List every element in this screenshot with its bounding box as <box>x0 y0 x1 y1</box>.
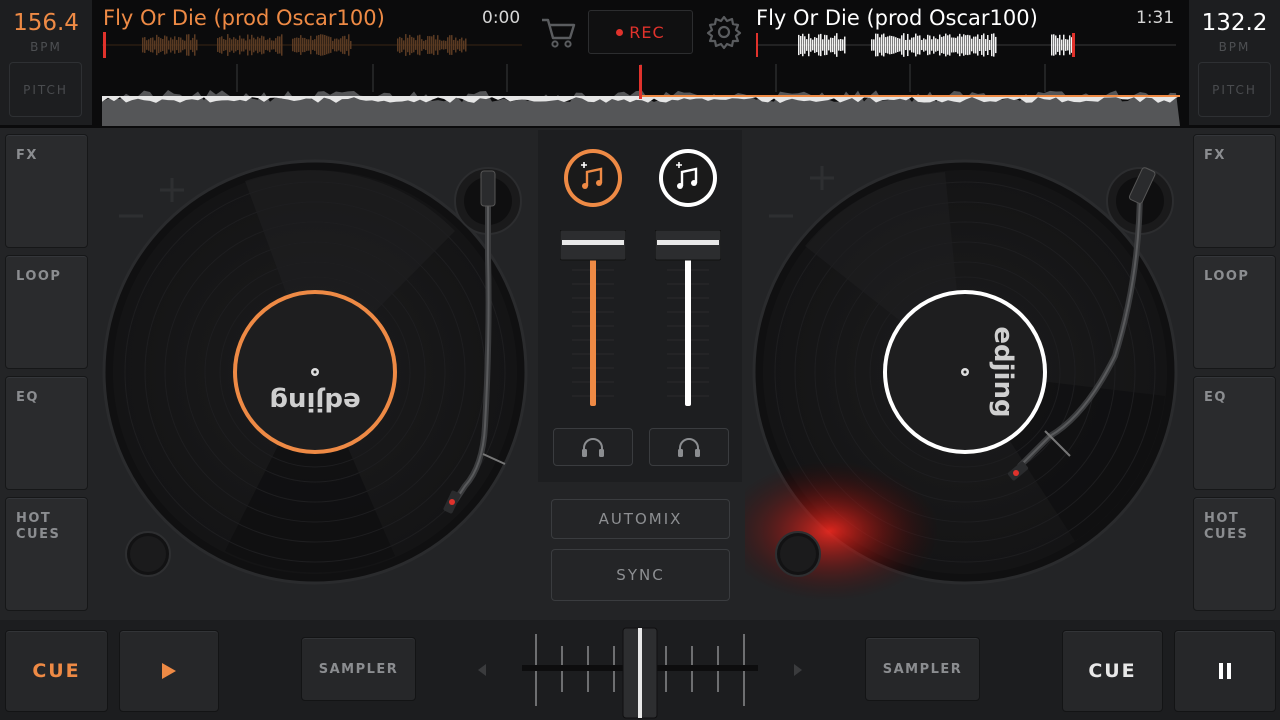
crossfader-right-arrow-icon[interactable] <box>794 664 802 676</box>
deck-b-bpm-value: 132.2 <box>1201 10 1268 36</box>
headphones-icon <box>582 438 604 457</box>
deck-a-track-title: Fly Or Die (prod Oscar100) <box>103 6 385 30</box>
deck-a-headphone-cue-button[interactable] <box>553 428 633 466</box>
deck-a-zoom-plus-icon[interactable] <box>160 178 184 202</box>
deck-a-loop-label: LOOP <box>16 269 62 284</box>
automix-button[interactable]: AUTOMIX <box>551 499 730 539</box>
deck-b-volume-level <box>685 254 691 406</box>
deck-b-headphone-cue-button[interactable] <box>649 428 729 466</box>
deck-a-track-time: 0:00 <box>482 8 521 28</box>
bottom-bar: CUE SAMPLER SAMPLER CUE <box>0 620 1280 720</box>
deck-b-record-label: edjing <box>988 326 1018 417</box>
deck-b-track-time: 1:31 <box>1136 8 1175 28</box>
deck-b-sampler-button[interactable]: SAMPLER <box>865 637 980 701</box>
deck-a-volume-fader[interactable] <box>560 230 626 410</box>
deck-a-bpm-unit: BPM <box>30 40 62 54</box>
deck-a-cue-button[interactable]: CUE <box>5 630 108 712</box>
deck-b-pitch-button[interactable]: PITCH <box>1198 62 1271 117</box>
edjing-app: 156.4 BPM PITCH Fly Or Die (prod Oscar10… <box>0 0 1280 720</box>
deck-a-sampler-button[interactable]: SAMPLER <box>301 637 416 701</box>
deck-a-volume-level <box>590 254 596 406</box>
record-label: REC <box>629 22 665 42</box>
crossfader-knob[interactable] <box>622 627 658 719</box>
record-dot-icon <box>616 28 624 36</box>
deck-b-bpm-unit: BPM <box>1218 40 1251 54</box>
deck-b-cue-button[interactable]: CUE <box>1062 630 1163 712</box>
deck-a-bpm-value: 156.4 <box>13 10 79 36</box>
deck-a-hot-cues-button[interactable]: HOT CUES <box>5 497 88 611</box>
overview-waveform[interactable] <box>102 62 1180 126</box>
deck-a-hot-cues-label: HOT CUES <box>16 511 61 542</box>
deck-b-volume-fader[interactable] <box>655 230 721 410</box>
deck-b-turntable: edjing <box>745 136 1225 606</box>
deck-a-fx-label: FX <box>16 148 38 163</box>
cart-icon[interactable] <box>538 12 578 52</box>
deck-a-turntable: edjing <box>95 136 575 606</box>
crossfader[interactable] <box>470 620 810 720</box>
deck-a-play-button[interactable] <box>119 630 219 712</box>
gear-icon[interactable] <box>705 13 743 51</box>
pause-icon <box>1219 663 1231 679</box>
deck-b-bpm-panel: 132.2 BPM PITCH <box>1189 0 1280 125</box>
sync-button[interactable]: SYNC <box>551 549 730 601</box>
deck-b-pause-button[interactable] <box>1174 630 1276 712</box>
deck-a-eq-button[interactable]: EQ <box>5 376 88 490</box>
deck-b-zoom-plus-icon[interactable] <box>810 166 834 190</box>
deck-a-eq-label: EQ <box>16 390 39 405</box>
play-icon <box>162 663 176 679</box>
record-button[interactable]: REC <box>588 10 693 54</box>
top-bar: 156.4 BPM PITCH Fly Or Die (prod Oscar10… <box>0 0 1280 128</box>
deck-a-fx-button[interactable]: FX <box>5 134 88 248</box>
deck-a-loop-button[interactable]: LOOP <box>5 255 88 369</box>
deck-a-pitch-button[interactable]: PITCH <box>9 62 82 117</box>
deck-b-load-track-button[interactable] <box>658 148 718 208</box>
deck-a-bpm-panel: 156.4 BPM PITCH <box>0 0 92 125</box>
deck-a-record-label: edjing <box>269 386 360 416</box>
deck-b-track-title: Fly Or Die (prod Oscar100) <box>756 6 1038 30</box>
deck-b-mini-waveform[interactable] <box>756 30 1176 60</box>
deck-a-load-track-button[interactable] <box>563 148 623 208</box>
mixer-panel <box>538 130 742 482</box>
headphones-icon <box>678 438 700 457</box>
crossfader-left-arrow-icon[interactable] <box>478 664 486 676</box>
deck-a-mini-waveform[interactable] <box>102 30 522 60</box>
